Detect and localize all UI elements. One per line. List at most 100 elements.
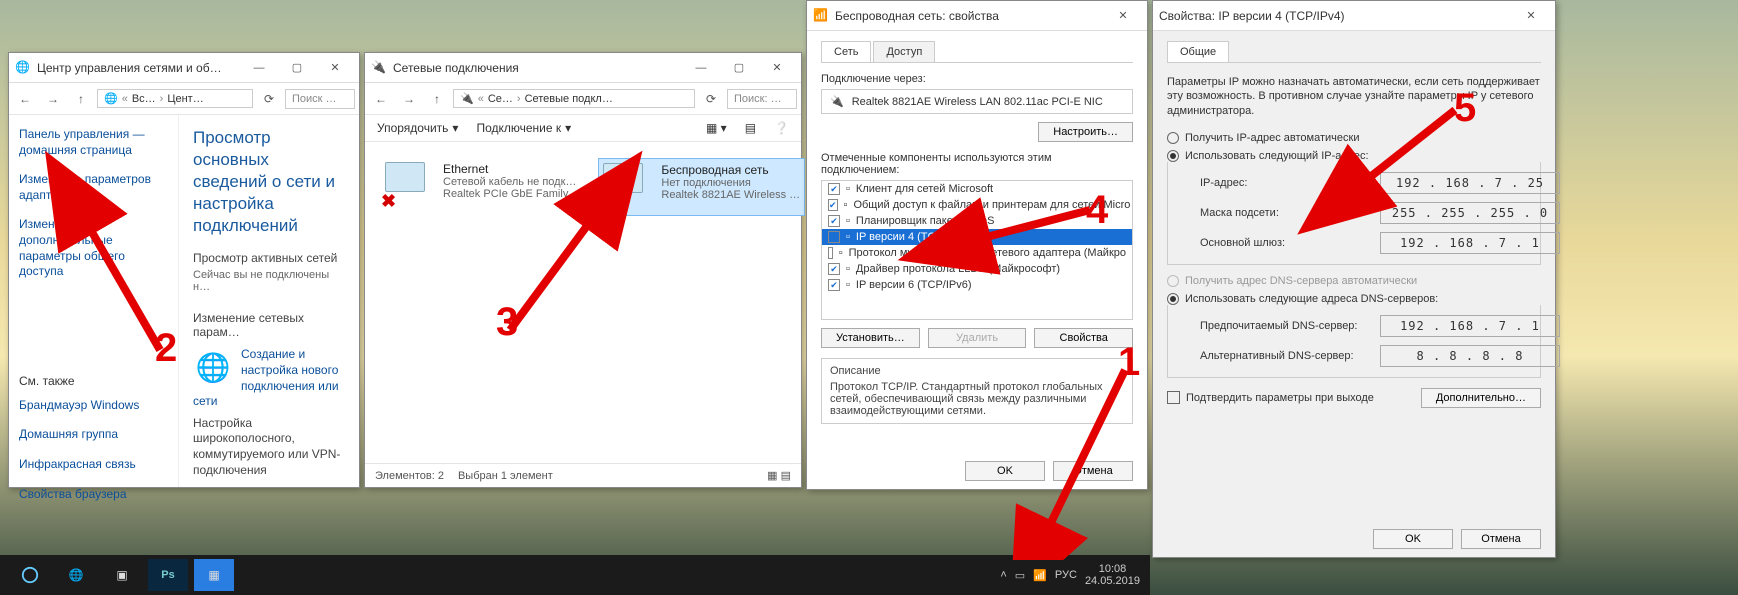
checkbox-icon[interactable]: ✔: [828, 215, 840, 227]
breadcrumb[interactable]: 🔌 « Се… › Сетевые подкл…: [453, 89, 695, 108]
component-item[interactable]: ▫ Протокол мультиплексора сетевого адапте…: [822, 245, 1132, 261]
help-button[interactable]: ❔: [774, 121, 789, 135]
titlebar: 🌐 Центр управления сетями и об… — ▢ ✕: [9, 53, 359, 83]
remove-button[interactable]: Удалить: [928, 328, 1027, 348]
obtain-dns-auto-radio[interactable]: Получить адрес DNS-сервера автоматически: [1167, 275, 1541, 287]
crumb-seg[interactable]: Цент…: [167, 93, 203, 105]
confirm-on-exit-checkbox[interactable]: Подтвердить параметры при выходе Дополни…: [1167, 388, 1541, 408]
start-button[interactable]: [10, 559, 50, 591]
advanced-button[interactable]: Дополнительно…: [1421, 388, 1541, 408]
install-button[interactable]: Установить…: [821, 328, 920, 348]
checkbox-icon[interactable]: ✔: [828, 279, 840, 291]
new-connection-desc: Настройка широкополосного, коммутируемог…: [193, 416, 345, 478]
clock[interactable]: 10:08 24.05.2019: [1085, 563, 1140, 587]
homegroup-link[interactable]: Домашняя группа: [19, 427, 168, 443]
checkbox-icon[interactable]: ✔: [828, 263, 840, 275]
dialog-title: Свойства: IP версии 4 (TCP/IPv4): [1159, 9, 1513, 23]
back-button[interactable]: ←: [369, 87, 393, 111]
connection-wireless[interactable]: ✖ Беспроводная сеть Нет подключения Real…: [598, 158, 805, 216]
checkbox-icon[interactable]: ✔: [828, 183, 840, 195]
checkbox-icon[interactable]: ✔: [828, 199, 838, 211]
tray-up-icon[interactable]: ˄: [1000, 569, 1006, 581]
cancel-button[interactable]: Отмена: [1461, 529, 1541, 549]
page-title: Просмотр основных сведений о сети и наст…: [193, 127, 345, 237]
search-input[interactable]: Поиск: …: [727, 89, 797, 109]
control-panel-home-link[interactable]: Панель управления — домашняя страница: [19, 127, 168, 158]
view-icons-button[interactable]: ▦ ▾: [706, 121, 727, 135]
close-button[interactable]: ✕: [317, 57, 353, 79]
checkbox-label: Подтвердить параметры при выходе: [1186, 392, 1374, 404]
clock-date: 24.05.2019: [1085, 575, 1140, 587]
up-button[interactable]: ↑: [69, 87, 93, 111]
description-text: Протокол TCP/IP. Стандартный протокол гл…: [830, 381, 1124, 417]
obtain-ip-auto-radio[interactable]: Получить IP-адрес автоматически: [1167, 132, 1541, 144]
wifi-tray-icon[interactable]: 📶: [1033, 569, 1047, 582]
browser-props-link[interactable]: Свойства браузера: [19, 487, 168, 503]
close-button[interactable]: ✕: [1105, 5, 1141, 27]
use-following-dns-radio[interactable]: Использовать следующие адреса DNS-сервер…: [1167, 293, 1541, 305]
ip-address-input[interactable]: 192 . 168 . 7 . 25: [1380, 172, 1560, 194]
advanced-sharing-link[interactable]: Изменить дополнительные параметры общего…: [19, 217, 168, 279]
close-button[interactable]: ✕: [1513, 5, 1549, 27]
crumb-seg[interactable]: Вс…: [132, 93, 156, 105]
crumb-seg[interactable]: Се…: [488, 93, 513, 105]
details-button[interactable]: ▤: [745, 121, 756, 135]
preferred-dns-input[interactable]: 192 . 168 . 7 . 1: [1380, 315, 1560, 337]
battery-icon[interactable]: ▭: [1015, 569, 1025, 582]
connections-icon: 🔌: [371, 60, 387, 76]
forward-button[interactable]: →: [397, 87, 421, 111]
ok-button[interactable]: OK: [965, 461, 1045, 481]
gateway-input[interactable]: 192 . 168 . 7 . 1: [1380, 232, 1560, 254]
component-label: Драйвер протокола LLDP (Майкрософт): [856, 263, 1060, 275]
component-item[interactable]: ✔▫Драйвер протокола LLDP (Майкрософт): [822, 261, 1132, 277]
maximize-button[interactable]: ▢: [279, 57, 315, 79]
tab-network[interactable]: Сеть: [821, 41, 871, 62]
change-adapter-settings-link[interactable]: Изменение параметров адаптера: [19, 172, 168, 203]
component-icon: ▫: [839, 247, 843, 259]
use-following-ip-radio[interactable]: Использовать следующий IP-адрес:: [1167, 150, 1541, 162]
adapter-icon: 🔌: [830, 95, 844, 108]
minimize-button[interactable]: —: [683, 57, 719, 79]
configure-button[interactable]: Настроить…: [1038, 122, 1133, 142]
infrared-link[interactable]: Инфракрасная связь: [19, 457, 168, 473]
view-mode-icons[interactable]: ▦ ▤: [767, 469, 791, 482]
toolbar: Упорядочить ▾ Подключение к ▾ ▦ ▾ ▤ ❔: [365, 115, 801, 142]
chrome-icon[interactable]: 🌐: [56, 559, 96, 591]
app-icon[interactable]: ▦: [194, 559, 234, 591]
minimize-button[interactable]: —: [241, 57, 277, 79]
tab-general[interactable]: Общие: [1167, 41, 1229, 62]
search-input[interactable]: Поиск …: [285, 89, 355, 109]
status-bar: Элементов: 2 Выбран 1 элемент ▦ ▤: [365, 463, 801, 487]
tab-access[interactable]: Доступ: [873, 41, 935, 62]
subnet-mask-input[interactable]: 255 . 255 . 255 . 0: [1380, 202, 1560, 224]
checkbox-icon[interactable]: ✔: [828, 231, 840, 243]
crumb-seg[interactable]: Сетевые подкл…: [525, 93, 613, 105]
component-label: IP версии 4 (TCP/IPv4): [856, 231, 972, 243]
alternate-dns-input[interactable]: 8 . 8 . 8 . 8: [1380, 345, 1560, 367]
close-button[interactable]: ✕: [759, 57, 795, 79]
intro-text: Параметры IP можно назначать автоматичес…: [1167, 75, 1541, 118]
component-item[interactable]: ✔▫IP версии 6 (TCP/IPv6): [822, 277, 1132, 293]
photoshop-icon[interactable]: Ps: [148, 559, 188, 591]
refresh-button[interactable]: ⟳: [699, 87, 723, 111]
up-button[interactable]: ↑: [425, 87, 449, 111]
checkbox-icon[interactable]: [828, 247, 833, 259]
active-nets-heading: Просмотр активных сетей: [193, 251, 345, 265]
maximize-button[interactable]: ▢: [721, 57, 757, 79]
connect-to-menu[interactable]: Подключение к ▾: [476, 121, 571, 135]
terminal-icon[interactable]: ▣: [102, 559, 142, 591]
item-count: Элементов: 2: [375, 470, 444, 482]
component-label: Протокол мультиплексора сетевого адаптер…: [849, 247, 1126, 259]
language-indicator[interactable]: РУС: [1055, 569, 1077, 581]
cancel-button[interactable]: Отмена: [1053, 461, 1133, 481]
back-button[interactable]: ←: [13, 87, 37, 111]
breadcrumb[interactable]: 🌐 « Вс… › Цент…: [97, 89, 253, 108]
organize-menu[interactable]: Упорядочить ▾: [377, 121, 458, 135]
side-panel: Панель управления — домашняя страница Из…: [9, 115, 179, 487]
ok-button[interactable]: OK: [1373, 529, 1453, 549]
refresh-button[interactable]: ⟳: [257, 87, 281, 111]
forward-button[interactable]: →: [41, 87, 65, 111]
firewall-link[interactable]: Брандмауэр Windows: [19, 398, 168, 414]
connection-ethernet[interactable]: ✖ Ethernet Сетевой кабель не подк… Realt…: [381, 158, 586, 216]
dns2-label: Альтернативный DNS-сервер:: [1200, 350, 1380, 362]
